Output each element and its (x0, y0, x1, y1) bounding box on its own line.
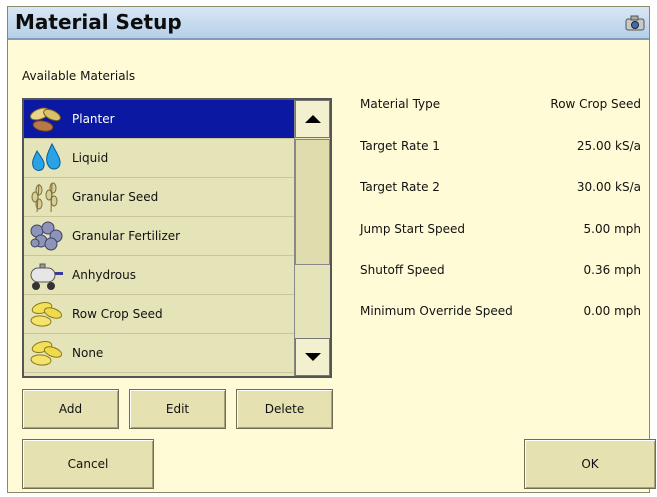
property-row-shutoff-speed: Shutoff Speed 0.36 mph (360, 263, 645, 283)
property-label: Target Rate 1 (360, 139, 440, 153)
list-item-label: Row Crop Seed (72, 307, 163, 321)
materials-list[interactable]: Planter Liquid Granular Seed Granular Fe… (22, 98, 332, 378)
title-bar: Material Setup (8, 7, 649, 40)
list-scrollbar[interactable] (294, 100, 330, 376)
list-item-granular-seed[interactable]: Granular Seed (24, 178, 296, 217)
scroll-up-button[interactable] (295, 100, 330, 138)
property-value: 5.00 mph (583, 222, 641, 236)
list-item-anhydrous[interactable]: Anhydrous (24, 256, 296, 295)
add-button[interactable]: Add (22, 389, 119, 429)
list-item-label: Liquid (72, 151, 109, 165)
scrollbar-thumb[interactable] (295, 139, 330, 265)
list-item-none[interactable]: None (24, 334, 296, 373)
list-item-label: None (72, 346, 104, 360)
none-seed-icon (26, 335, 66, 371)
property-value: 0.00 mph (583, 304, 641, 318)
camera-icon[interactable] (625, 15, 645, 31)
ok-button[interactable]: OK (524, 439, 656, 489)
anhydrous-tank-icon (26, 257, 66, 293)
property-value: Row Crop Seed (550, 97, 641, 111)
arrow-up-icon (304, 115, 321, 123)
scroll-down-button[interactable] (295, 338, 330, 376)
available-materials-label: Available Materials (22, 69, 136, 83)
liquid-drops-icon (26, 140, 66, 176)
property-row-jump-start-speed: Jump Start Speed 5.00 mph (360, 222, 645, 242)
delete-button[interactable]: Delete (236, 389, 333, 429)
list-item-label: Granular Fertilizer (72, 229, 181, 243)
property-label: Material Type (360, 97, 441, 111)
property-row-target-rate-2: Target Rate 2 30.00 kS/a (360, 180, 645, 200)
grain-seed-icon (26, 179, 66, 215)
row-crop-seed-icon (26, 296, 66, 332)
list-item-label: Granular Seed (72, 190, 159, 204)
property-label: Jump Start Speed (360, 222, 466, 236)
property-value: 30.00 kS/a (576, 180, 641, 194)
property-value: 25.00 kS/a (576, 139, 641, 153)
property-label: Target Rate 2 (360, 180, 440, 194)
list-item-label: Anhydrous (72, 268, 137, 282)
list-item-liquid[interactable]: Liquid (24, 139, 296, 178)
property-row-minimum-override-speed: Minimum Override Speed 0.00 mph (360, 304, 645, 324)
property-row-target-rate-1: Target Rate 1 25.00 kS/a (360, 139, 645, 159)
property-row-material-type: Material Type Row Crop Seed (360, 97, 645, 117)
planter-seeds-icon (26, 101, 66, 137)
list-item-row-crop-seed[interactable]: Row Crop Seed (24, 295, 296, 334)
property-label: Shutoff Speed (360, 263, 445, 277)
property-value: 0.36 mph (583, 263, 641, 277)
window-title: Material Setup (15, 10, 182, 34)
list-item-label: Planter (72, 112, 115, 126)
edit-button[interactable]: Edit (129, 389, 226, 429)
cancel-button[interactable]: Cancel (22, 439, 154, 489)
property-label: Minimum Override Speed (360, 304, 513, 318)
fertilizer-pellets-icon (26, 218, 66, 254)
list-item-granular-fertilizer[interactable]: Granular Fertilizer (24, 217, 296, 256)
arrow-down-icon (304, 353, 321, 361)
material-setup-window: Material Setup Available Materials Plant… (7, 6, 656, 493)
list-item-planter[interactable]: Planter (24, 100, 296, 139)
